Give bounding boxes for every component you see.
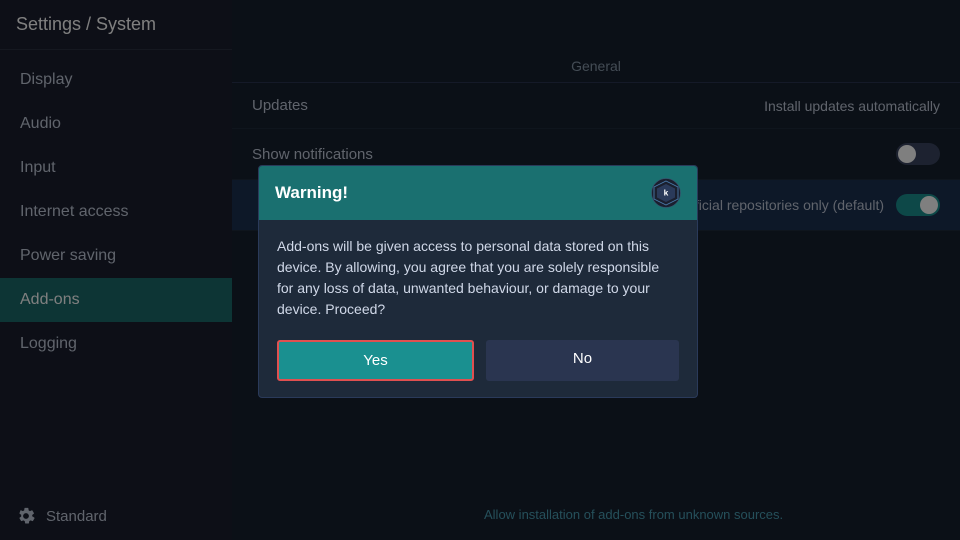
- kodi-logo-icon: k: [651, 178, 681, 208]
- dialog-header: Warning! k: [259, 166, 697, 220]
- dialog-body: Add-ons will be given access to personal…: [259, 220, 697, 340]
- yes-button[interactable]: Yes: [277, 340, 474, 381]
- svg-text:k: k: [664, 187, 669, 197]
- dialog-buttons: Yes No: [259, 340, 697, 397]
- warning-dialog: Warning! k Add-ons will be given access …: [258, 165, 698, 398]
- no-button[interactable]: No: [486, 340, 679, 381]
- dialog-title: Warning!: [275, 183, 348, 203]
